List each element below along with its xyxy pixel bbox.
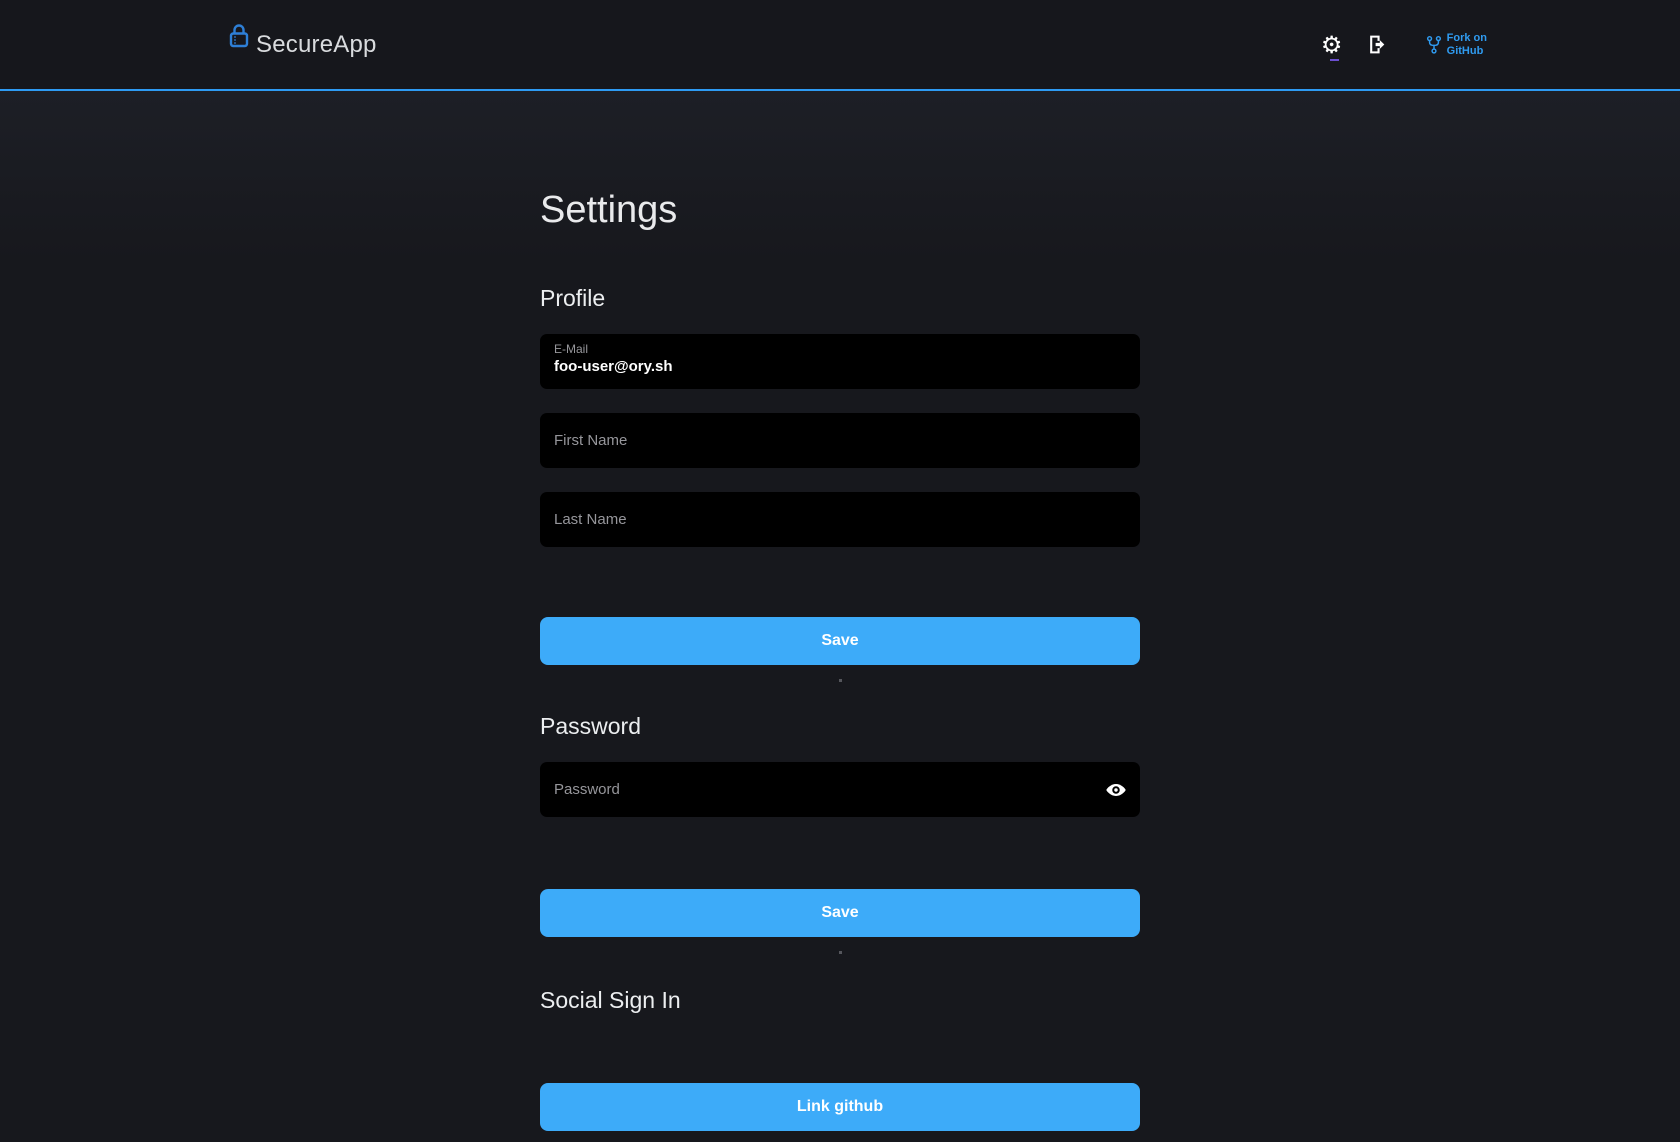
email-label: E-Mail	[554, 342, 1126, 356]
email-field: E-Mail	[540, 334, 1140, 389]
brand: SecureApp	[228, 31, 377, 59]
header-actions: ⚙ Fork on	[1316, 29, 1487, 61]
git-fork-icon	[1426, 35, 1442, 55]
profile-save-button[interactable]: Save	[540, 617, 1140, 665]
lock-icon	[228, 23, 250, 49]
fork-on-github-link[interactable]: Fork on GitHub	[1426, 32, 1487, 58]
eye-icon	[1105, 779, 1127, 801]
password-save-button[interactable]: Save	[540, 889, 1140, 937]
profile-status-dot	[839, 679, 842, 682]
first-name-input[interactable]	[540, 413, 1140, 468]
settings-gear-button[interactable]: ⚙	[1316, 29, 1348, 61]
app-header: SecureApp ⚙	[0, 0, 1680, 91]
logout-button[interactable]	[1362, 29, 1394, 61]
gear-icon: ⚙	[1321, 33, 1343, 57]
profile-heading: Profile	[540, 284, 1140, 312]
fork-link-line2: GitHub	[1447, 45, 1487, 58]
logout-icon	[1367, 34, 1388, 55]
fork-link-line1: Fork on	[1447, 32, 1487, 45]
toggle-password-visibility-button[interactable]	[1102, 776, 1130, 804]
page-title: Settings	[540, 91, 1140, 231]
app-title: SecureApp	[256, 31, 377, 59]
last-name-input[interactable]	[540, 492, 1140, 547]
email-input[interactable]	[554, 356, 1126, 375]
social-sign-in-heading: Social Sign In	[540, 986, 1140, 1014]
password-field	[540, 762, 1140, 817]
password-status-dot	[839, 951, 842, 954]
password-heading: Password	[540, 712, 1140, 740]
gear-underscore	[1330, 59, 1339, 61]
link-github-button[interactable]: Link github	[540, 1083, 1140, 1131]
main-content: Settings Profile E-Mail Save Password	[0, 91, 1680, 1140]
fork-link-label: Fork on GitHub	[1447, 32, 1487, 58]
password-input[interactable]	[540, 762, 1140, 817]
